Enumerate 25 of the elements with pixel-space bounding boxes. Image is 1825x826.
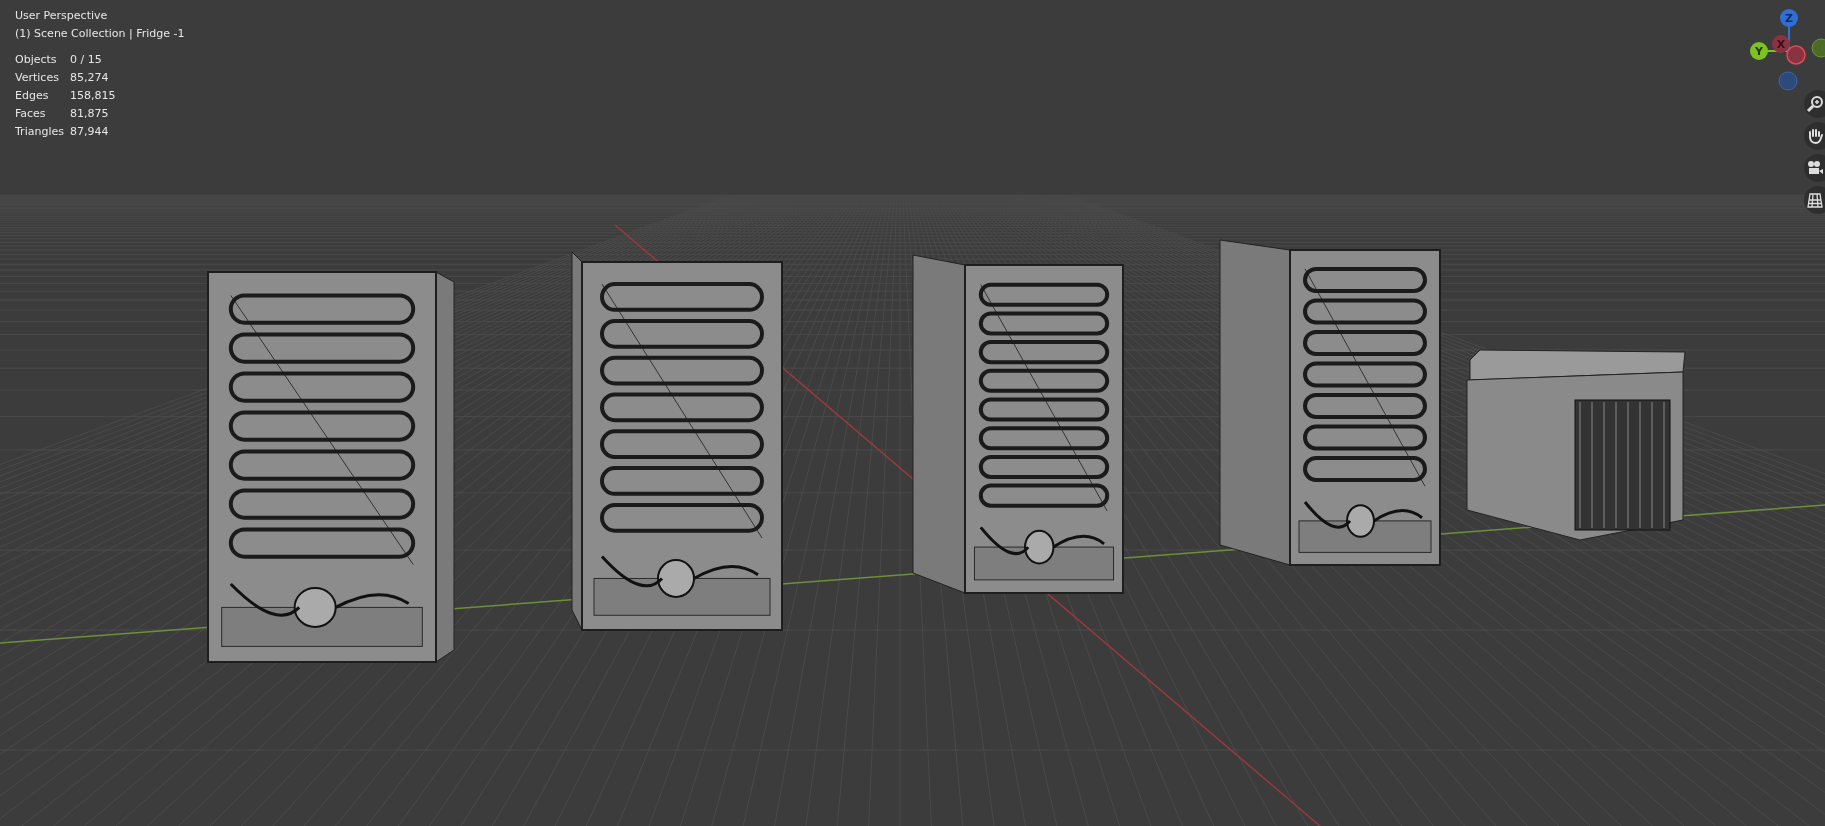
stat-label: Objects (15, 52, 58, 67)
axis-handle[interactable] (1786, 45, 1806, 65)
axis-handle[interactable] (1750, 42, 1768, 60)
axis-label: X (1776, 38, 1786, 51)
stat-value: 87,944 (70, 124, 110, 139)
stat-label: Faces (15, 106, 47, 121)
camera-icon[interactable] (1804, 154, 1825, 182)
hand-icon[interactable] (1804, 122, 1825, 150)
axis-handle[interactable] (1772, 35, 1790, 53)
collection-info: (1) Scene Collection | Fridge -1 (15, 26, 185, 42)
stat-value: 158,815 (70, 88, 117, 103)
zoom-icon[interactable] (1804, 90, 1825, 118)
axis-handle[interactable] (1778, 71, 1798, 91)
axis-handle[interactable] (1811, 38, 1825, 58)
axis-label: Z (1785, 12, 1793, 25)
stat-label: Vertices (15, 70, 60, 85)
axis-handle[interactable] (1780, 9, 1798, 27)
view-name: User Perspective (15, 8, 109, 24)
stat-label: Edges (15, 88, 50, 103)
stat-value: 0 / 15 (70, 52, 103, 67)
stat-label: Triangles (15, 124, 65, 139)
grid-icon[interactable] (1804, 186, 1825, 214)
axis-label: Y (1755, 45, 1763, 58)
stat-value: 81,875 (70, 106, 110, 121)
stat-value: 85,274 (70, 70, 110, 85)
